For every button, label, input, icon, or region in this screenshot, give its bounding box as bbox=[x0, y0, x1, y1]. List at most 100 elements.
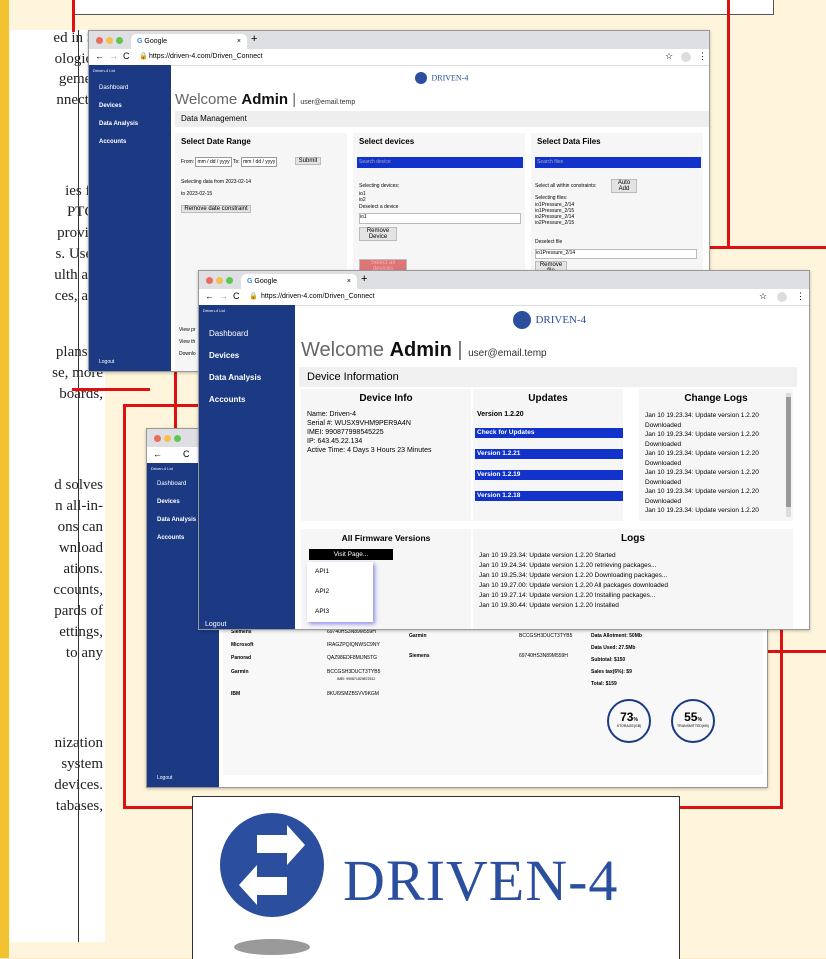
select-all-label: Select all within constraints: bbox=[535, 183, 597, 189]
file-select[interactable]: io1Pressure_2/14 bbox=[535, 249, 697, 259]
log-entry: Jan 10 19.27.14: Update version 1.2.20 I… bbox=[479, 592, 656, 599]
sidebar: Driven-4 Ltd Dashboard Devices Data Anal… bbox=[199, 305, 295, 629]
url-text[interactable]: https://driven-4.com/Driven_Connect bbox=[261, 293, 375, 300]
profile-avatar[interactable] bbox=[777, 292, 787, 302]
profile-avatar[interactable] bbox=[681, 52, 691, 62]
visit-page-button[interactable]: Visit Page... bbox=[309, 549, 393, 560]
sidebar-item-accounts[interactable]: Accounts bbox=[209, 395, 245, 404]
forward-icon[interactable]: → bbox=[109, 51, 118, 61]
scrollbar-thumb[interactable] bbox=[786, 397, 791, 507]
device-item: io2 bbox=[359, 197, 366, 203]
auto-add-button[interactable]: Auto Add bbox=[611, 179, 637, 193]
driven-logo-icon bbox=[220, 813, 324, 955]
close-dot[interactable] bbox=[206, 277, 213, 284]
browser-tab[interactable]: G Google × bbox=[131, 34, 247, 49]
sidebar-item-dashboard[interactable]: Dashboard bbox=[157, 481, 186, 487]
company-name: Siemens bbox=[409, 653, 430, 659]
admin-name: Admin bbox=[241, 91, 289, 108]
back-icon[interactable]: ← bbox=[205, 291, 214, 301]
maximize-dot[interactable] bbox=[116, 37, 123, 44]
change-log-scrollbar[interactable] bbox=[786, 393, 791, 517]
change-log-list: Jan 10 19.23.34: Update version 1.2.20 D… bbox=[645, 411, 759, 516]
browser-tabbar: G Google × + bbox=[199, 271, 809, 289]
driven-logo-icon bbox=[415, 71, 427, 84]
to-date-input[interactable]: mm / dd / yyyy bbox=[241, 157, 278, 167]
minimize-dot[interactable] bbox=[106, 37, 113, 44]
sidebar-item-accounts[interactable]: Accounts bbox=[157, 535, 184, 541]
back-icon[interactable]: ← bbox=[153, 449, 162, 459]
view-link[interactable]: View th bbox=[179, 339, 195, 345]
star-icon[interactable]: ☆ bbox=[665, 51, 673, 62]
device-active-time: Active Time: 4 Days 3 Hours 23 Minutes bbox=[307, 447, 432, 454]
logout-link[interactable]: Logout bbox=[157, 775, 172, 781]
new-tab-icon[interactable]: + bbox=[361, 273, 367, 285]
logout-link[interactable]: Logout bbox=[99, 359, 114, 365]
maximize-dot[interactable] bbox=[226, 277, 233, 284]
remove-date-button[interactable]: Remove date constraint bbox=[181, 205, 251, 213]
log-entry: Jan 10 19.23.34: Update version 1.2.20 bbox=[645, 431, 759, 438]
doc-line: ons can bbox=[57, 519, 103, 535]
device-select[interactable]: io1 bbox=[359, 213, 521, 224]
back-icon[interactable]: ← bbox=[95, 51, 104, 61]
billing-line: Data Allotment: 50Mb bbox=[591, 633, 642, 639]
from-date-input[interactable]: mm / dd / yyyy bbox=[195, 157, 232, 167]
maximize-dot[interactable] bbox=[174, 435, 181, 442]
sidebar-item-devices[interactable]: Devices bbox=[209, 351, 239, 360]
sidebar-item-devices[interactable]: Devices bbox=[157, 499, 180, 505]
minimize-dot[interactable] bbox=[216, 277, 223, 284]
reload-icon[interactable]: C bbox=[183, 449, 190, 459]
browser-tab[interactable]: G Google × bbox=[241, 274, 357, 289]
driven-logo: DRIVEN-4 bbox=[513, 311, 586, 329]
minimize-dot[interactable] bbox=[164, 435, 171, 442]
doc-line: ations. bbox=[63, 561, 103, 577]
download-link[interactable]: Downlo bbox=[179, 351, 196, 357]
logs-card: Logs Jan 10 19.23.34: Update version 1.2… bbox=[473, 529, 793, 629]
accounts-content bbox=[223, 625, 763, 775]
url-text[interactable]: https://driven-4.com/Driven_Connect bbox=[149, 53, 263, 60]
log-entry: Jan 10 19.23.34: Update version 1.2.20 bbox=[645, 412, 759, 419]
company-code: BCCGSH3DUCT3TYB5 bbox=[327, 669, 381, 675]
version-button[interactable]: Version 1.2.21 bbox=[475, 449, 623, 459]
logout-link[interactable]: Logout bbox=[205, 621, 226, 628]
company-code: IRAGZPQIQNWSC9NY bbox=[327, 642, 380, 648]
sidebar-item-devices[interactable]: Devices bbox=[99, 103, 122, 109]
close-dot[interactable] bbox=[154, 435, 161, 442]
sidebar-item-accounts[interactable]: Accounts bbox=[99, 139, 126, 145]
log-entry: Jan 10 19.30.44: Update version 1.2.20 I… bbox=[479, 602, 619, 609]
selecting-label: Selecting devices: bbox=[359, 183, 400, 189]
sidebar-item-data-analysis[interactable]: Data Analysis bbox=[157, 517, 196, 523]
close-tab-icon[interactable]: × bbox=[237, 34, 241, 49]
gauge-unit: % bbox=[633, 717, 638, 723]
reload-icon[interactable]: C bbox=[233, 291, 240, 301]
check-updates-button[interactable]: Check for Updates bbox=[475, 428, 623, 438]
file-search-input[interactable]: Search files bbox=[535, 157, 701, 168]
device-search-input[interactable]: Search device bbox=[357, 157, 523, 168]
close-dot[interactable] bbox=[96, 37, 103, 44]
doc-line: system bbox=[61, 756, 103, 772]
sidebar-item-data-analysis[interactable]: Data Analysis bbox=[99, 121, 138, 127]
change-logs-card: Change Logs Jan 10 19.23.34: Update vers… bbox=[639, 389, 793, 521]
sidebar: Driven-4 Ltd Dashboard Devices Data Anal… bbox=[89, 65, 171, 371]
company-name: Microsoft bbox=[231, 642, 254, 648]
view-link[interactable]: View pr bbox=[179, 327, 196, 333]
api-dropdown: API1 API2 API3 bbox=[307, 562, 373, 622]
forward-icon[interactable]: → bbox=[219, 291, 228, 301]
sidebar-item-dashboard[interactable]: Dashboard bbox=[209, 329, 248, 338]
version-button[interactable]: Version 1.2.19 bbox=[475, 470, 623, 480]
reload-icon[interactable]: C bbox=[123, 51, 130, 61]
submit-button[interactable]: Submit bbox=[295, 157, 321, 165]
card-title: Select Data Files bbox=[537, 137, 601, 146]
menu-dots-icon[interactable]: ⋮ bbox=[796, 291, 805, 302]
star-icon[interactable]: ☆ bbox=[759, 291, 767, 302]
new-tab-icon[interactable]: + bbox=[251, 33, 257, 45]
sidebar-item-dashboard[interactable]: Dashboard bbox=[99, 85, 128, 91]
log-entry: Jan 10 19.24.34: Update version 1.2.20 r… bbox=[479, 562, 657, 569]
close-tab-icon[interactable]: × bbox=[347, 274, 351, 289]
api-option[interactable]: API3 bbox=[315, 608, 329, 615]
version-button[interactable]: Version 1.2.18 bbox=[475, 491, 623, 501]
remove-device-button[interactable]: Remove Device bbox=[359, 227, 397, 241]
api-option[interactable]: API2 bbox=[315, 588, 329, 595]
menu-dots-icon[interactable]: ⋮ bbox=[698, 51, 707, 62]
api-option[interactable]: API1 bbox=[315, 568, 329, 575]
sidebar-item-data-analysis[interactable]: Data Analysis bbox=[209, 373, 261, 382]
